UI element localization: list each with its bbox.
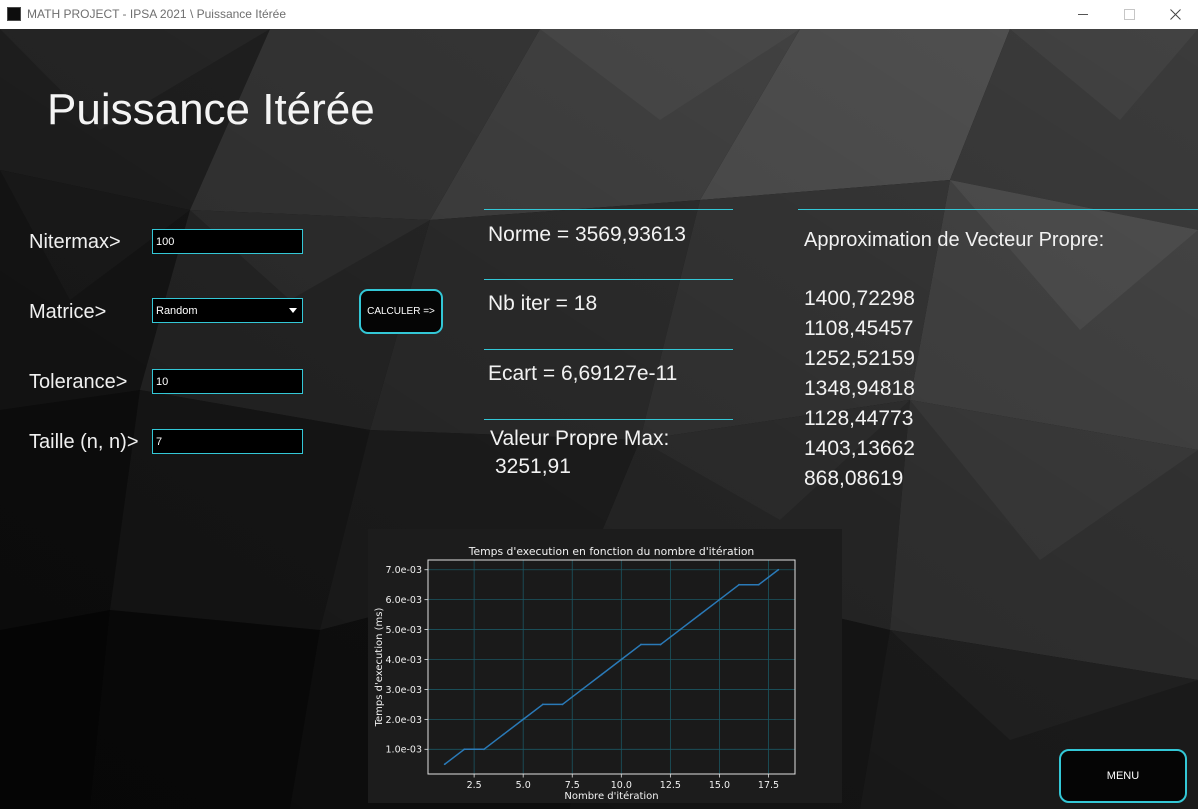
nb-iter-value: 18 [573, 292, 598, 315]
y-tick-label: 6.0e-03 [386, 595, 422, 606]
divider [484, 279, 733, 280]
tolerance-label: Tolerance> [29, 371, 128, 393]
eigenvector-component: 1348,94818 [804, 377, 915, 400]
data-point [463, 748, 466, 751]
data-point [541, 703, 544, 706]
window-title: MATH PROJECT - IPSA 2021 \ Puissance Ité… [27, 7, 286, 21]
ecart-result: Ecart = 6,69127e-11 [488, 362, 677, 386]
norme-value: 3569,93613 [574, 223, 686, 246]
minimize-button[interactable] [1060, 0, 1106, 29]
x-tick-label: 10.0 [611, 780, 632, 791]
y-tick-label: 1.0e-03 [386, 745, 422, 756]
data-point [581, 688, 583, 691]
data-point [620, 658, 623, 661]
data-point [640, 643, 642, 646]
matrice-selected-value: Random [156, 304, 198, 317]
x-tick-label: 2.5 [467, 780, 482, 791]
page-title: Puissance Itérée [47, 85, 375, 134]
window-titlebar[interactable]: MATH PROJECT - IPSA 2021 \ Puissance Ité… [0, 0, 1198, 29]
x-tick-label: 7.5 [565, 780, 580, 791]
matrice-label: Matrice> [29, 301, 107, 323]
data-point [659, 643, 662, 646]
data-point [443, 763, 446, 766]
y-tick-label: 4.0e-03 [386, 655, 422, 666]
data-point [698, 613, 701, 616]
y-tick-label: 7.0e-03 [386, 565, 422, 576]
valeur-propre-max-value: 3251,91 [495, 455, 571, 478]
close-icon [1170, 9, 1181, 20]
data-point [561, 703, 564, 706]
eigenvector-component: 1128,44773 [804, 407, 914, 430]
nb-iter-label: Nb iter = [488, 292, 568, 315]
divider [798, 209, 1198, 210]
menu-button[interactable]: MENU [1059, 749, 1187, 803]
data-point [522, 718, 525, 721]
maximize-button[interactable] [1106, 0, 1152, 29]
data-point [718, 598, 721, 601]
y-tick-label: 2.0e-03 [386, 715, 422, 726]
chart-canvas: 2.5 5.0 7.5 10.0 12.5 15.0 17.5 1.0e-03 2.0e-03 3… [374, 545, 796, 802]
y-tick-label: 5.0e-03 [386, 625, 422, 636]
data-point [757, 583, 760, 586]
y-axis-label: Temps d'execution (ms) [374, 608, 385, 728]
chevron-down-icon[interactable] [289, 308, 297, 313]
chart-title: Temps d'execution en fonction du nombre … [468, 545, 755, 558]
eigenvector-component: 1403,13662 [804, 437, 915, 460]
eigenvector-component: 1252,52159 [804, 347, 915, 370]
eigenvector-component: 868,08619 [804, 467, 904, 490]
norme-label: Norme = [488, 223, 570, 246]
eigenvector-values: 1400,72298 1108,45457 1252,52159 1348,94… [804, 284, 915, 494]
data-point [483, 748, 485, 751]
execution-time-chart: 2.5 5.0 7.5 10.0 12.5 15.0 17.5 1.0e-03 2.0e-03 3… [368, 529, 842, 803]
tolerance-input[interactable] [152, 369, 303, 394]
nb-iter-result: Nb iter = 18 [488, 292, 597, 316]
eigenvector-component: 1400,72298 [804, 287, 915, 310]
valeur-propre-max-label: Valeur Propre Max: [490, 427, 670, 450]
nitermax-label: Nitermax> [29, 231, 121, 253]
divider [484, 209, 733, 210]
app-icon [7, 7, 21, 21]
data-point [600, 673, 603, 676]
data-point [502, 733, 505, 736]
norme-result: Norme = 3569,93613 [488, 223, 686, 247]
calculer-button[interactable]: CALCULER => [359, 289, 443, 334]
taille-input[interactable] [152, 429, 303, 454]
ecart-value: 6,69127e-11 [560, 362, 678, 385]
eigenvector-component: 1108,45457 [804, 317, 914, 340]
divider [484, 419, 733, 420]
divider [484, 349, 733, 350]
x-tick-label: 5.0 [516, 780, 531, 791]
ecart-label: Ecart = [488, 362, 556, 385]
x-tick-label: 15.0 [709, 780, 730, 791]
data-point [777, 568, 780, 571]
taille-label: Taille (n, n)> [29, 431, 139, 453]
x-axis-label: Nombre d'itération [564, 790, 658, 802]
maximize-icon [1124, 9, 1135, 20]
x-tick-label: 17.5 [758, 780, 779, 791]
nitermax-input[interactable] [152, 229, 303, 254]
y-tick-label: 3.0e-03 [386, 685, 422, 696]
data-point [738, 583, 740, 586]
eigenvector-title: Approximation de Vecteur Propre: [804, 229, 1105, 251]
data-point [679, 628, 682, 631]
matrice-select[interactable]: Random [152, 298, 303, 323]
close-button[interactable] [1152, 0, 1198, 29]
x-tick-label: 12.5 [660, 780, 681, 791]
minimize-icon [1078, 14, 1088, 15]
